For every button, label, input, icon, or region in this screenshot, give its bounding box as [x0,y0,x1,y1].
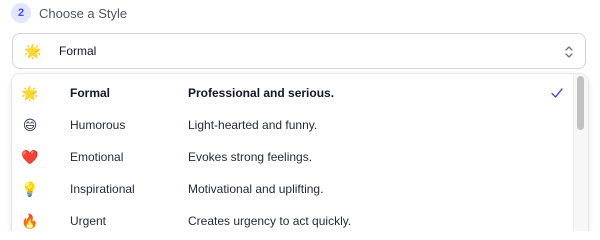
style-option-emotional[interactable]: ❤️ Emotional Evokes strong feelings. [12,141,572,173]
style-option-inspirational[interactable]: 💡 Inspirational Motivational and uplifti… [12,173,572,205]
checkmark-icon [551,88,563,98]
star-icon: 🌟 [21,84,39,101]
option-label: Urgent [70,214,107,228]
heart-icon: ❤️ [21,148,39,165]
step-header: 2 Choose a Style [11,2,127,24]
option-label: Emotional [70,150,124,164]
style-select[interactable]: 🌟 Formal [12,33,586,69]
scrollbar-thumb[interactable] [577,76,584,130]
option-description: Motivational and uplifting. [188,182,324,196]
style-option-urgent[interactable]: 🔥 Urgent Creates urgency to act quickly. [12,205,572,231]
fire-icon: 🔥 [21,212,39,229]
option-description: Evokes strong feelings. [188,150,313,164]
option-description: Professional and serious. [188,86,335,100]
option-description: Creates urgency to act quickly. [188,214,352,228]
step-title: Choose a Style [39,5,128,21]
option-label: Formal [70,86,111,100]
lightbulb-icon: 💡 [21,180,39,197]
option-label: Inspirational [70,182,135,196]
style-step-page: 2 Choose a Style 🌟 Formal 🌟 Formal Profe… [0,0,600,231]
style-option-formal[interactable]: 🌟 Formal Professional and serious. [12,77,572,109]
option-description: Light-hearted and funny. [188,118,318,132]
selected-style-value: Formal [59,44,97,58]
option-label: Humorous [70,118,126,132]
step-number-badge: 2 [11,3,31,23]
style-option-humorous[interactable]: 😄 Humorous Light-hearted and funny. [12,109,572,141]
chevron-up-down-icon [565,46,573,58]
selected-style-emoji-icon: 🌟 [24,42,42,59]
dropdown-scrollbar[interactable] [573,74,588,231]
style-options-dropdown: 🌟 Formal Professional and serious. 😄 Hum… [12,74,588,231]
smiley-icon: 😄 [22,116,38,133]
